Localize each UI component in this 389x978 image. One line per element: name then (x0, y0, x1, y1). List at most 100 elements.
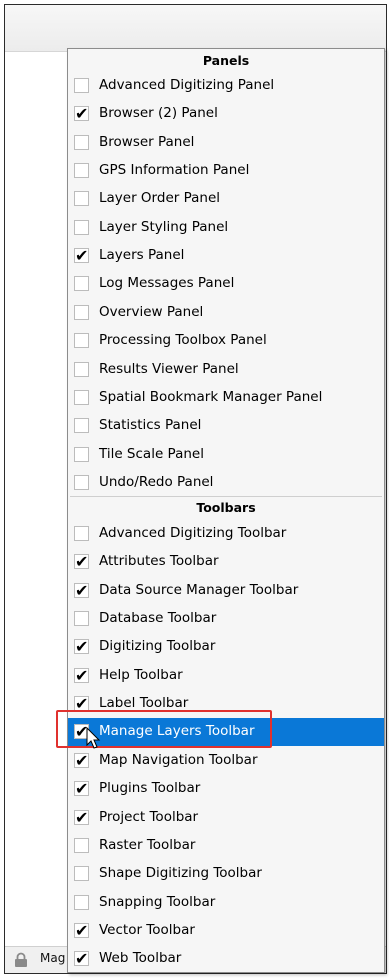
checkbox[interactable] (74, 611, 89, 627)
mouse-cursor-icon (86, 727, 101, 749)
menu-item-label: Database Toolbar (99, 610, 217, 627)
menu-item-label: Tile Scale Panel (99, 445, 204, 462)
menu-item[interactable]: ✔ Digitizing Toolbar (68, 633, 384, 661)
checkbox[interactable] (74, 78, 89, 93)
checkbox[interactable] (74, 191, 89, 207)
menu-item[interactable]: Snapping Toolbar (68, 889, 384, 917)
menu-item-label: Spatial Bookmark Manager Panel (99, 388, 323, 405)
menu-item-label: Advanced Digitizing Toolbar (99, 525, 287, 541)
menu-item[interactable]: Database Toolbar (68, 605, 384, 633)
checkbox-checked[interactable]: ✔ (74, 104, 89, 124)
menu-item[interactable]: Advanced Digitizing Toolbar (68, 520, 384, 548)
menu-item[interactable]: Shape Digitizing Toolbar (68, 860, 384, 888)
menu-item[interactable]: Results Viewer Panel (68, 356, 384, 384)
menu-item-label: Label Toolbar (99, 695, 189, 712)
menu-item[interactable]: ✔ Layers Panel (68, 242, 384, 270)
status-bar-text: Mag (40, 951, 66, 965)
checkbox-checked[interactable]: ✔ (74, 637, 89, 657)
menu-item[interactable]: ✔ Map Navigation Toolbar (68, 747, 384, 775)
checkbox-checked[interactable]: ✔ (74, 781, 89, 797)
menu-item-label: Undo/Redo Panel (99, 473, 214, 490)
checkbox[interactable] (74, 134, 89, 150)
menu-item[interactable]: ✔ Attributes Toolbar (68, 548, 384, 576)
menu-item[interactable]: Layer Styling Panel (68, 214, 384, 242)
menu-item-label: Layer Styling Panel (99, 218, 229, 235)
menu-item-label: Overview Panel (99, 303, 204, 320)
checkbox[interactable] (74, 866, 89, 882)
menu-item[interactable]: ✔ Help Toolbar (68, 662, 384, 690)
check-icon: ✔ (75, 949, 89, 969)
menu-item[interactable]: Advanced Digitizing Panel (68, 72, 384, 100)
check-icon: ✔ (75, 807, 89, 827)
check-icon: ✔ (75, 920, 89, 940)
menu-item-label: Statistics Panel (99, 417, 202, 434)
checkbox-checked[interactable]: ✔ (74, 920, 89, 940)
menu-item[interactable]: ✔ Project Toolbar (68, 804, 384, 832)
checkbox[interactable] (74, 361, 89, 377)
menu-item[interactable]: Statistics Panel (68, 412, 384, 440)
menu-item-label: Browser Panel (99, 133, 195, 150)
toolbar-area (5, 5, 386, 52)
menu-item-label: Browser (2) Panel (99, 105, 218, 122)
checkbox[interactable] (74, 276, 89, 292)
checkbox-checked[interactable]: ✔ (74, 750, 89, 770)
checkbox-checked[interactable]: ✔ (74, 552, 89, 572)
menu-item[interactable]: Tile Scale Panel (68, 441, 384, 469)
checkbox-checked[interactable]: ✔ (74, 807, 89, 827)
checkbox[interactable] (74, 304, 89, 320)
menu-item[interactable]: Undo/Redo Panel (68, 469, 384, 497)
menu-item-label: Data Source Manager Toolbar (99, 581, 299, 598)
menu-item[interactable]: Overview Panel (68, 299, 384, 327)
checkbox-checked[interactable]: ✔ (74, 665, 89, 685)
checkbox[interactable] (74, 894, 89, 910)
check-icon: ✔ (75, 552, 89, 572)
checkbox[interactable] (74, 837, 89, 853)
checkbox[interactable] (74, 526, 89, 541)
checkbox-checked[interactable]: ✔ (74, 580, 89, 600)
menu-item-label: Layer Order Panel (99, 190, 221, 207)
menu-item[interactable]: Log Messages Panel (68, 270, 384, 298)
checkbox[interactable] (74, 418, 89, 434)
check-icon: ✔ (75, 665, 89, 685)
menu-item[interactable]: Layer Order Panel (68, 185, 384, 213)
panels-section-header: Panels (202, 53, 250, 68)
panels-toolbars-context-menu: Panels Advanced Digitizing Panel ✔ Browser… (67, 48, 385, 973)
check-icon: ✔ (75, 580, 89, 600)
check-icon: ✔ (75, 104, 89, 124)
menu-item-label: Map Navigation Toolbar (99, 751, 258, 768)
menu-item-label: Processing Toolbox Panel (99, 332, 267, 349)
check-icon: ✔ (75, 246, 89, 266)
menu-item-label: Digitizing Toolbar (99, 638, 216, 655)
menu-item[interactable]: Processing Toolbox Panel (68, 327, 384, 355)
menu-item[interactable]: Spatial Bookmark Manager Panel (68, 384, 384, 412)
menu-item-label: Shape Digitizing Toolbar (99, 865, 262, 882)
checkbox[interactable] (74, 163, 89, 179)
menu-item[interactable]: ✔ Vector Toolbar (68, 917, 384, 945)
menu-item[interactable]: Raster Toolbar (68, 832, 384, 860)
menu-item-label: Raster Toolbar (99, 836, 196, 853)
menu-item[interactable]: ✔ Browser (2) Panel (68, 100, 384, 128)
checkbox[interactable] (74, 446, 89, 462)
checkbox-checked[interactable]: ✔ (74, 696, 89, 712)
checkbox[interactable] (74, 219, 89, 235)
menu-separator (70, 496, 382, 497)
checkbox-checked[interactable]: ✔ (74, 246, 89, 266)
check-icon: ✔ (75, 750, 89, 770)
menu-item-label: Help Toolbar (99, 666, 183, 683)
checkbox[interactable] (74, 389, 89, 405)
menu-item-label: GPS Information Panel (99, 162, 250, 179)
menu-item[interactable]: ✔ Data Source Manager Toolbar (68, 577, 384, 605)
checkbox[interactable] (74, 333, 89, 349)
menu-item[interactable]: GPS Information Panel (68, 157, 384, 185)
menu-item-label: Web Toolbar (99, 950, 182, 967)
menu-item[interactable]: ✔ Web Toolbar (68, 945, 384, 973)
menu-item-label: Plugins Toolbar (99, 780, 201, 797)
menu-item-label: Advanced Digitizing Panel (99, 77, 275, 93)
checkbox-checked[interactable]: ✔ (74, 949, 89, 969)
checkbox[interactable] (74, 474, 89, 490)
menu-item[interactable]: Browser Panel (68, 129, 384, 157)
menu-item[interactable]: ✔ Plugins Toolbar (68, 775, 384, 803)
check-icon: ✔ (75, 637, 89, 657)
lock-icon[interactable] (13, 952, 29, 968)
menu-item-label: Results Viewer Panel (99, 360, 239, 377)
